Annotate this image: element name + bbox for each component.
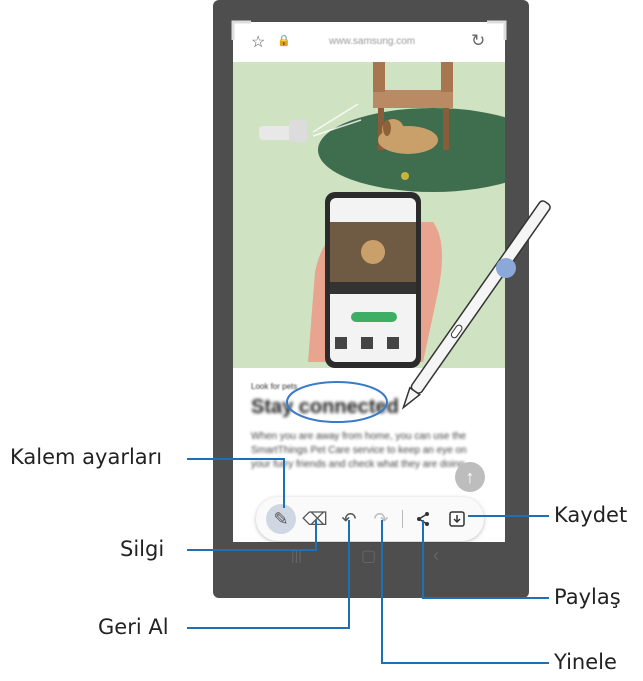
s-pen xyxy=(401,200,551,410)
callout-share: Paylaş xyxy=(554,585,621,609)
callout-line-pen xyxy=(187,458,285,460)
callout-line-save xyxy=(468,515,549,517)
callout-line-undo-v xyxy=(348,520,350,629)
callout-line-share-v xyxy=(422,520,424,599)
callout-save: Kaydet xyxy=(554,503,628,527)
write-toolbar: ✎ ⌫ ↶ ↷ xyxy=(256,497,484,541)
pen-circle-annotation xyxy=(286,381,388,423)
callout-pen-settings: Kalem ayarları xyxy=(10,445,163,469)
callout-eraser: Silgi xyxy=(120,537,165,561)
callout-line-redo-v xyxy=(381,520,383,664)
save-icon[interactable] xyxy=(442,504,472,534)
callout-line-pen-v xyxy=(283,458,285,508)
toolbar-divider xyxy=(402,510,403,528)
back-icon[interactable]: ‹ xyxy=(433,545,439,566)
callout-line-share xyxy=(422,597,549,599)
callout-line-redo xyxy=(381,662,549,664)
callout-line-undo xyxy=(187,627,350,629)
annotation-layer xyxy=(231,20,551,423)
callout-line-eraser xyxy=(187,549,317,551)
navigation-bar: ||| ▢ ‹ xyxy=(233,543,505,573)
home-icon[interactable]: ▢ xyxy=(361,546,376,566)
callout-line-eraser-v xyxy=(315,520,317,551)
pen-icon[interactable]: ✎ xyxy=(266,504,296,534)
callout-undo: Geri Al xyxy=(98,615,169,639)
callout-redo: Yinele xyxy=(554,650,617,674)
